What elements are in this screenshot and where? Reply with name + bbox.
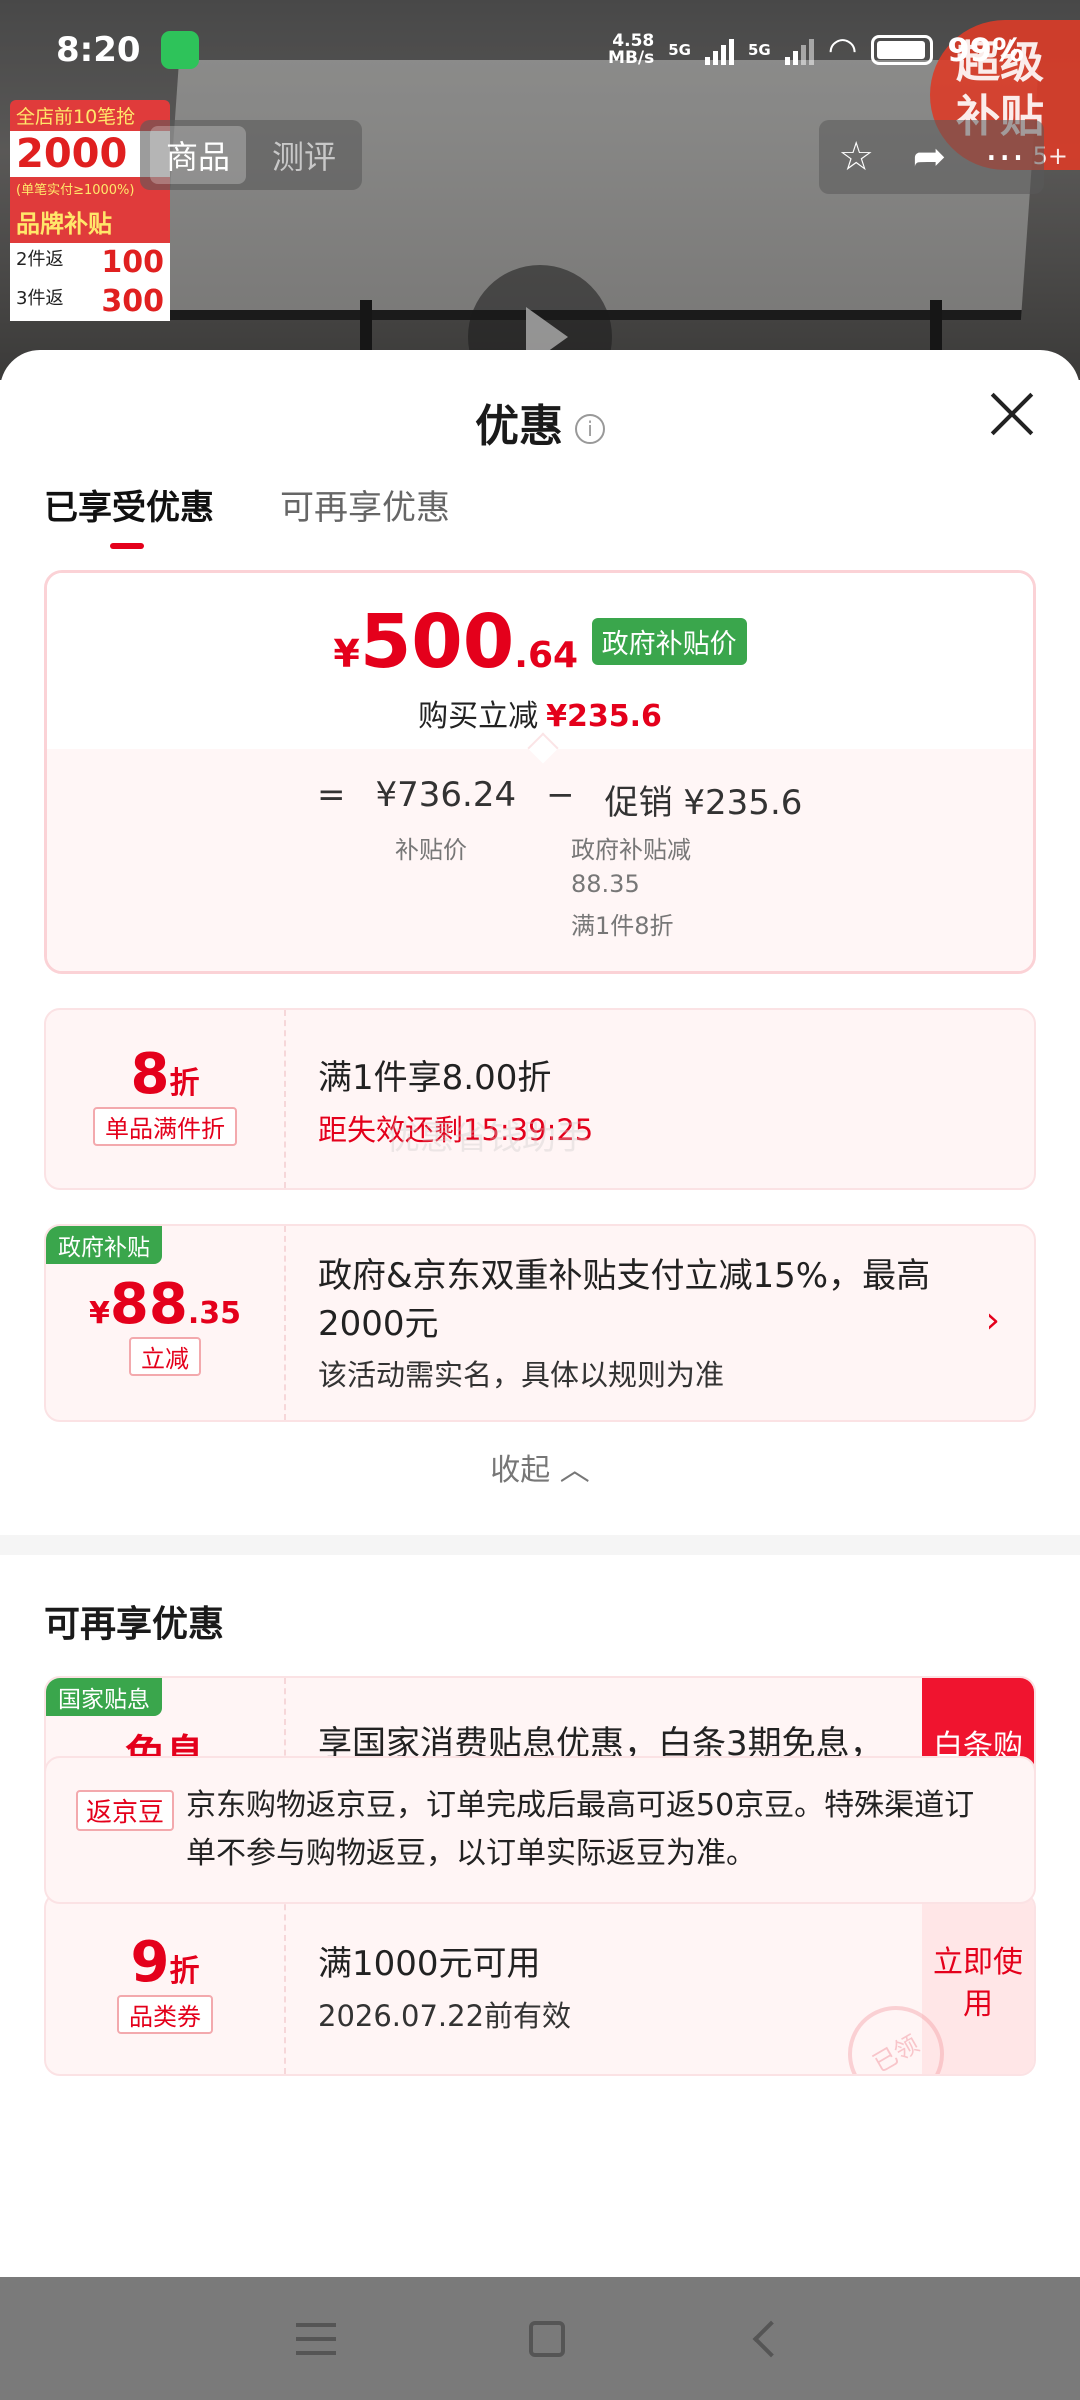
- coupon-tag: 国家贴息: [46, 1678, 162, 1716]
- coupon-type: 单品满件折: [93, 1107, 237, 1146]
- share-icon[interactable]: ➦: [913, 134, 947, 180]
- home-icon[interactable]: [528, 2320, 565, 2357]
- menu-icon[interactable]: [296, 2322, 337, 2355]
- final-price: ¥500.64 政府补贴价: [47, 599, 1033, 685]
- clock: 8:20: [56, 30, 141, 70]
- net-speed-unit: MB/s: [608, 48, 655, 68]
- equals-sign: =: [317, 775, 346, 815]
- full-discount-label: 满1件8折: [571, 912, 674, 940]
- back-icon[interactable]: [752, 2320, 790, 2357]
- tab-more[interactable]: 可再享优惠: [280, 480, 450, 549]
- promo-row: 2件返 100: [10, 243, 170, 282]
- minus-sign: −: [546, 775, 575, 815]
- network-type: 5G: [668, 41, 691, 59]
- promo-brand: 品牌补贴: [10, 200, 170, 243]
- discount-sheet: 优惠 i 已享受优惠 可再享优惠 ¥500.64 政府补贴价 购买立减 ¥235.6…: [0, 350, 1080, 2277]
- coupon-card: 9折 品类券 满1000元可用 2026.07.22前有效 立即使用 已领: [44, 1892, 1036, 2076]
- coupon-valid: 2026.07.22前有效: [318, 1999, 572, 2033]
- coupon-type: 品类券: [117, 1995, 213, 2034]
- subsidy-price-label: 补贴价: [395, 836, 467, 864]
- coupon-value: 9折 品类券: [46, 1894, 286, 2074]
- tab-review[interactable]: 测评: [256, 126, 352, 184]
- product-tabs: 商品 测评: [140, 120, 363, 190]
- close-icon[interactable]: [984, 386, 1040, 442]
- chevron-up-icon: ︿: [559, 1453, 590, 1488]
- wifi-icon: ◠: [827, 30, 858, 70]
- tab-enjoyed[interactable]: 已享受优惠: [44, 480, 214, 549]
- top-actions: ☆ ➦ ⋯: [819, 120, 1044, 194]
- network-type-2: 5G: [747, 41, 771, 59]
- section-divider: [0, 1535, 1080, 1555]
- coupon-type: 立减: [129, 1337, 201, 1376]
- coupon-value: 8折 单品满件折: [46, 1010, 286, 1188]
- bean-tag: 返京豆: [76, 1790, 175, 1831]
- coupon-tag: 政府补贴: [46, 1226, 162, 1264]
- chevron-right-icon[interactable]: ›: [986, 1300, 1000, 1341]
- wechat-icon: [160, 31, 199, 69]
- battery-icon: [871, 35, 934, 65]
- price-summary: ¥500.64 政府补贴价 购买立减 ¥235.6 = ¥736.24 − 促销 …: [44, 570, 1036, 974]
- promo-amount: 促销 ¥235.6: [604, 783, 803, 823]
- subsidy-price: ¥736.24: [375, 775, 517, 815]
- coupon-title: 满1件享8.00折: [318, 1058, 552, 1098]
- system-nav-bar: [0, 2277, 1080, 2400]
- info-icon[interactable]: i: [575, 414, 605, 444]
- bean-text: 京东购物返京豆，订单完成后最高可返50京豆。特殊渠道订单不参与购物返豆，以订单实…: [186, 1788, 975, 1871]
- sheet-title: 优惠 i: [0, 390, 1080, 454]
- promo-row: 3件返 300: [10, 282, 170, 321]
- signal-icon: [704, 35, 734, 65]
- status-bar: 8:20 4.58 MB/s 5G 5G ◠ 99%: [0, 0, 1080, 100]
- coupon-title: 满1000元可用: [318, 1944, 541, 1984]
- coupon-card[interactable]: 政府补贴 ¥88.35 立减 政府&京东双重补贴支付立减15%，最高2000元 …: [44, 1224, 1036, 1422]
- net-speed: 4.58 MB/s: [608, 33, 654, 67]
- battery-level: 99%: [947, 31, 1024, 69]
- gov-price-badge: 政府补贴价: [591, 618, 747, 665]
- coupon-card: 8折 单品满件折 满1件享8.00折 距失效还剩15:39:25 优惠省钱助手: [44, 1008, 1036, 1190]
- signal-icon-2: [784, 35, 814, 65]
- collapse-button[interactable]: 收起 ︿: [0, 1445, 1080, 1489]
- watermark: 优惠省钱助手: [386, 1118, 590, 1158]
- tab-product[interactable]: 商品: [150, 126, 247, 184]
- collapse-label: 收起: [490, 1453, 551, 1488]
- gov-reduce-label: 政府补贴减: [571, 836, 691, 864]
- bean-rebate-box: 返京豆 京东购物返京豆，订单完成后最高可返50京豆。特殊渠道订单不参与购物返豆，…: [44, 1756, 1036, 1904]
- sheet-title-text: 优惠: [475, 401, 563, 452]
- coupon-desc: 该活动需实名，具体以规则为准: [318, 1358, 725, 1392]
- price-formula: = ¥736.24 − 促销 ¥235.6: [317, 775, 802, 824]
- more-icon[interactable]: ⋯: [985, 134, 1025, 180]
- coupon-title: 政府&京东双重补贴支付立减15%，最高2000元: [318, 1256, 931, 1344]
- favorite-icon[interactable]: ☆: [838, 134, 874, 180]
- gov-reduce-value: 88.35: [571, 870, 640, 898]
- section-title: 可再享优惠: [44, 1604, 225, 1645]
- discount-tabs: 已享受优惠 可再享优惠: [44, 480, 450, 549]
- reduce-line: 购买立减 ¥235.6: [418, 699, 662, 734]
